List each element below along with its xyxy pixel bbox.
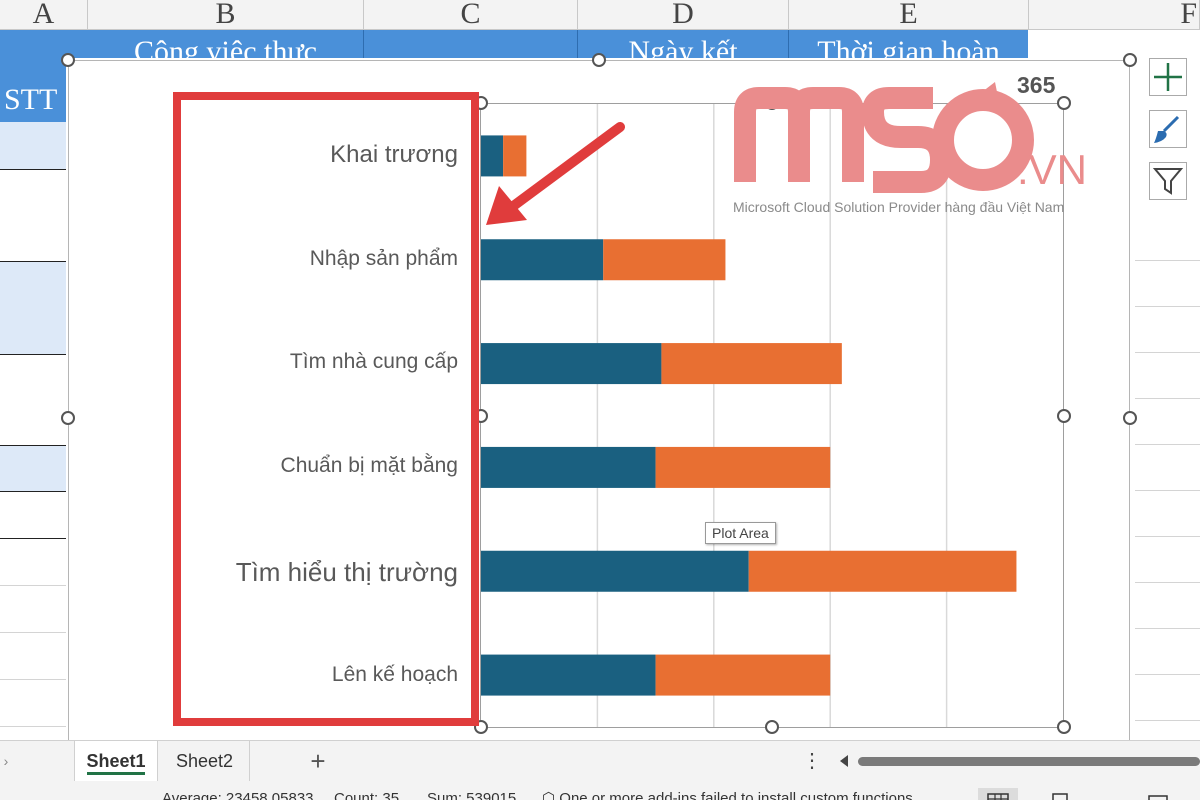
tab-sheet1[interactable]: Sheet1 — [74, 741, 158, 781]
chart-styles-button[interactable] — [1149, 110, 1187, 148]
highlight-box — [173, 92, 479, 726]
cell-fill[interactable] — [0, 446, 66, 491]
column-header-e[interactable]: E — [789, 0, 1029, 30]
cell-border — [1135, 260, 1200, 261]
header-cell-c[interactable] — [364, 30, 578, 58]
header-cell-task[interactable]: Công việc thực — [88, 30, 364, 58]
add-sheet-button[interactable]: + — [300, 741, 336, 781]
cell-border — [1135, 582, 1200, 583]
plot-area-handle-bottom[interactable] — [765, 720, 779, 734]
normal-view-button[interactable] — [978, 788, 1018, 800]
tab-label: Sheet1 — [86, 751, 146, 771]
cell-border — [1135, 398, 1200, 399]
column-header-f[interactable]: F — [1029, 0, 1200, 30]
cell-border — [1135, 306, 1200, 307]
cell-border — [0, 679, 66, 680]
chart-resize-handle-tl[interactable] — [61, 53, 75, 67]
page-layout-view-button[interactable] — [1040, 788, 1080, 800]
brush-icon — [1154, 115, 1180, 143]
cell-border — [1135, 490, 1200, 491]
cell-border — [1135, 720, 1200, 721]
more-options-icon[interactable]: ⋮ — [800, 741, 824, 781]
logo-badge: 365 — [1017, 72, 1056, 98]
header-cell-duration[interactable]: Thời gian hoàn — [789, 30, 1028, 58]
status-average: Average: 23458.05833 — [162, 790, 314, 800]
cell-border — [0, 585, 66, 586]
table-header-row: Công việc thực Ngày kết Thời gian hoàn — [66, 30, 1028, 58]
cell-border — [0, 169, 66, 170]
chart-resize-handle-left[interactable] — [61, 411, 75, 425]
cell-border — [1135, 536, 1200, 537]
logo-tagline: Microsoft Cloud Solution Provider hàng đ… — [733, 199, 1065, 215]
status-message-text: One or more add-ins failed to install cu… — [559, 790, 913, 800]
chart-resize-handle-top[interactable] — [592, 53, 606, 67]
scroll-left-arrow-icon[interactable] — [840, 755, 848, 767]
cell-border — [1135, 352, 1200, 353]
status-bar: Average: 23458.05833 Count: 35 Sum: 5390… — [0, 784, 1200, 800]
cell-border — [1135, 628, 1200, 629]
header-cell-end-date[interactable]: Ngày kết — [578, 30, 789, 58]
column-header-c[interactable]: C — [364, 0, 578, 30]
active-tab-indicator — [87, 772, 145, 775]
header-cell-stt[interactable]: STT — [0, 30, 66, 122]
chart-resize-handle-tr[interactable] — [1123, 53, 1137, 67]
cell-border — [0, 354, 66, 355]
cell-fill[interactable] — [0, 122, 66, 169]
plus-icon — [1154, 63, 1182, 91]
logo-wordmark: .VN — [1017, 146, 1087, 193]
cell-border — [1135, 674, 1200, 675]
column-header-d[interactable]: D — [578, 0, 789, 30]
filter-icon — [1152, 168, 1184, 195]
cell-border — [0, 726, 66, 727]
chart-elements-button[interactable] — [1149, 58, 1187, 96]
chart-filters-button[interactable] — [1149, 162, 1187, 200]
cell-border — [0, 491, 66, 492]
cell-fill[interactable] — [0, 262, 66, 354]
status-count: Count: 35 — [334, 790, 400, 800]
sheet-column-a: STT — [0, 30, 66, 740]
tab-sheet2[interactable]: Sheet2 — [160, 741, 250, 781]
hexagon-icon: ⬡ — [542, 790, 556, 800]
column-headers: A B C D E F — [0, 0, 1200, 30]
status-message[interactable]: ⬡ One or more add-ins failed to install … — [542, 790, 913, 800]
horizontal-scrollbar[interactable] — [858, 757, 1200, 766]
status-sum: Sum: 539015 — [427, 790, 517, 800]
tab-scroll-left-icon[interactable]: › — [0, 741, 12, 781]
plot-area-handle-br[interactable] — [1057, 720, 1071, 734]
cell-border — [1135, 444, 1200, 445]
page-break-view-button[interactable] — [1138, 788, 1178, 800]
cell-border — [0, 632, 66, 633]
plot-area-tooltip: Plot Area — [705, 522, 776, 544]
cell-border — [0, 538, 66, 539]
plot-area-handle-right[interactable] — [1057, 409, 1071, 423]
column-header-a[interactable]: A — [0, 0, 88, 30]
column-header-b[interactable]: B — [88, 0, 364, 30]
chart-resize-handle-right[interactable] — [1123, 411, 1137, 425]
